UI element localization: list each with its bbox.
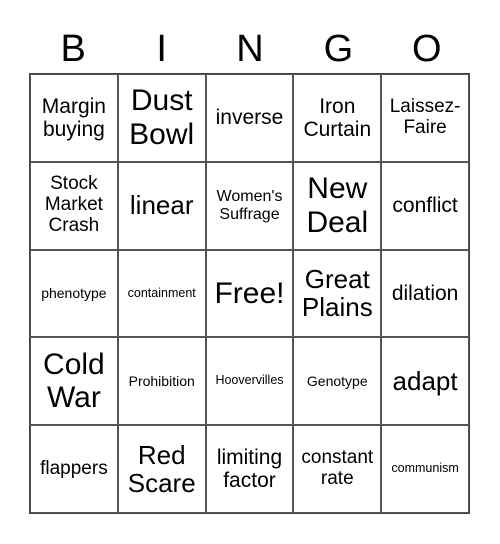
bingo-cell-text: Stock Market Crash [44,173,103,237]
bingo-cell-text: Dust Bowl [129,84,195,151]
bingo-cell-text: adapt [392,365,458,396]
header-letter-n: N [236,28,264,70]
header-letter-o: O [412,28,442,70]
bingo-cell[interactable]: New Deal [293,161,382,250]
bingo-cell-text: New Deal [306,172,369,239]
bingo-cell-text: Hoovervilles [215,373,284,388]
bingo-cell[interactable]: inverse [205,74,294,162]
bingo-cell[interactable]: Prohibition [117,337,206,426]
bingo-cell[interactable]: Women's Suffrage [205,161,294,250]
bingo-cell[interactable]: Great Plains [293,249,382,338]
bingo-cell[interactable]: communism [381,425,469,513]
bingo-cell[interactable]: limiting factor [205,425,294,513]
bingo-cell-text: linear [129,190,194,221]
bingo-cell-text: Women's Suffrage [216,188,283,223]
bingo-cell[interactable]: Dust Bowl [117,74,206,162]
bingo-cell[interactable]: Hoovervilles [205,337,294,426]
free-space-cell[interactable]: Free! [205,249,294,338]
bingo-cell-text: Margin buying [41,94,106,141]
bingo-cell[interactable]: Laissez-Faire [381,74,469,162]
bingo-cell[interactable]: Cold War [30,337,118,426]
bingo-cell-text: Laissez-Faire [389,96,461,138]
header-letter-i: I [156,28,167,70]
bingo-cell-text: Free! [214,276,285,310]
bingo-cell[interactable]: Stock Market Crash [30,161,118,250]
bingo-cell-text: conflict [392,194,458,218]
bingo-grid: Margin buying Dust Bowl inverse Iron Curtai… [29,73,470,514]
bingo-cell-text: Cold War [43,347,105,415]
bingo-cell-text: limiting factor [216,446,283,493]
bingo-cell-text: containment [127,285,196,300]
bingo-cell-text: Prohibition [128,372,195,389]
bingo-header: B I N G O [29,24,471,74]
bingo-cell[interactable]: dilation [381,249,469,338]
bingo-cell[interactable]: containment [117,249,206,338]
bingo-cell[interactable]: linear [117,161,206,250]
bingo-cell[interactable]: phenotype [30,249,118,338]
bingo-cell[interactable]: Red Scare [117,425,206,513]
bingo-cell-text: phenotype [41,284,107,301]
bingo-cell[interactable]: conflict [381,161,469,250]
bingo-cell[interactable]: Margin buying [30,74,118,162]
bingo-cell-text: dilation [391,281,459,305]
bingo-cell-text: Iron Curtain [303,94,372,141]
header-letter-g: G [323,28,354,70]
bingo-cell-text: Genotype [306,372,368,389]
bingo-cell[interactable]: adapt [381,337,469,426]
bingo-cell-text: communism [391,461,459,476]
bingo-cell-text: Red Scare [127,439,196,499]
bingo-cell-text: constant rate [301,447,374,490]
bingo-cell-text: flappers [40,457,108,479]
header-letter-b: B [60,28,86,70]
bingo-cell[interactable]: Iron Curtain [293,74,382,162]
bingo-cell[interactable]: flappers [30,425,118,513]
bingo-cell[interactable]: constant rate [293,425,382,513]
bingo-cell-text: Great Plains [301,263,373,323]
bingo-cell-text: inverse [215,106,284,130]
bingo-cell[interactable]: Genotype [293,337,382,426]
